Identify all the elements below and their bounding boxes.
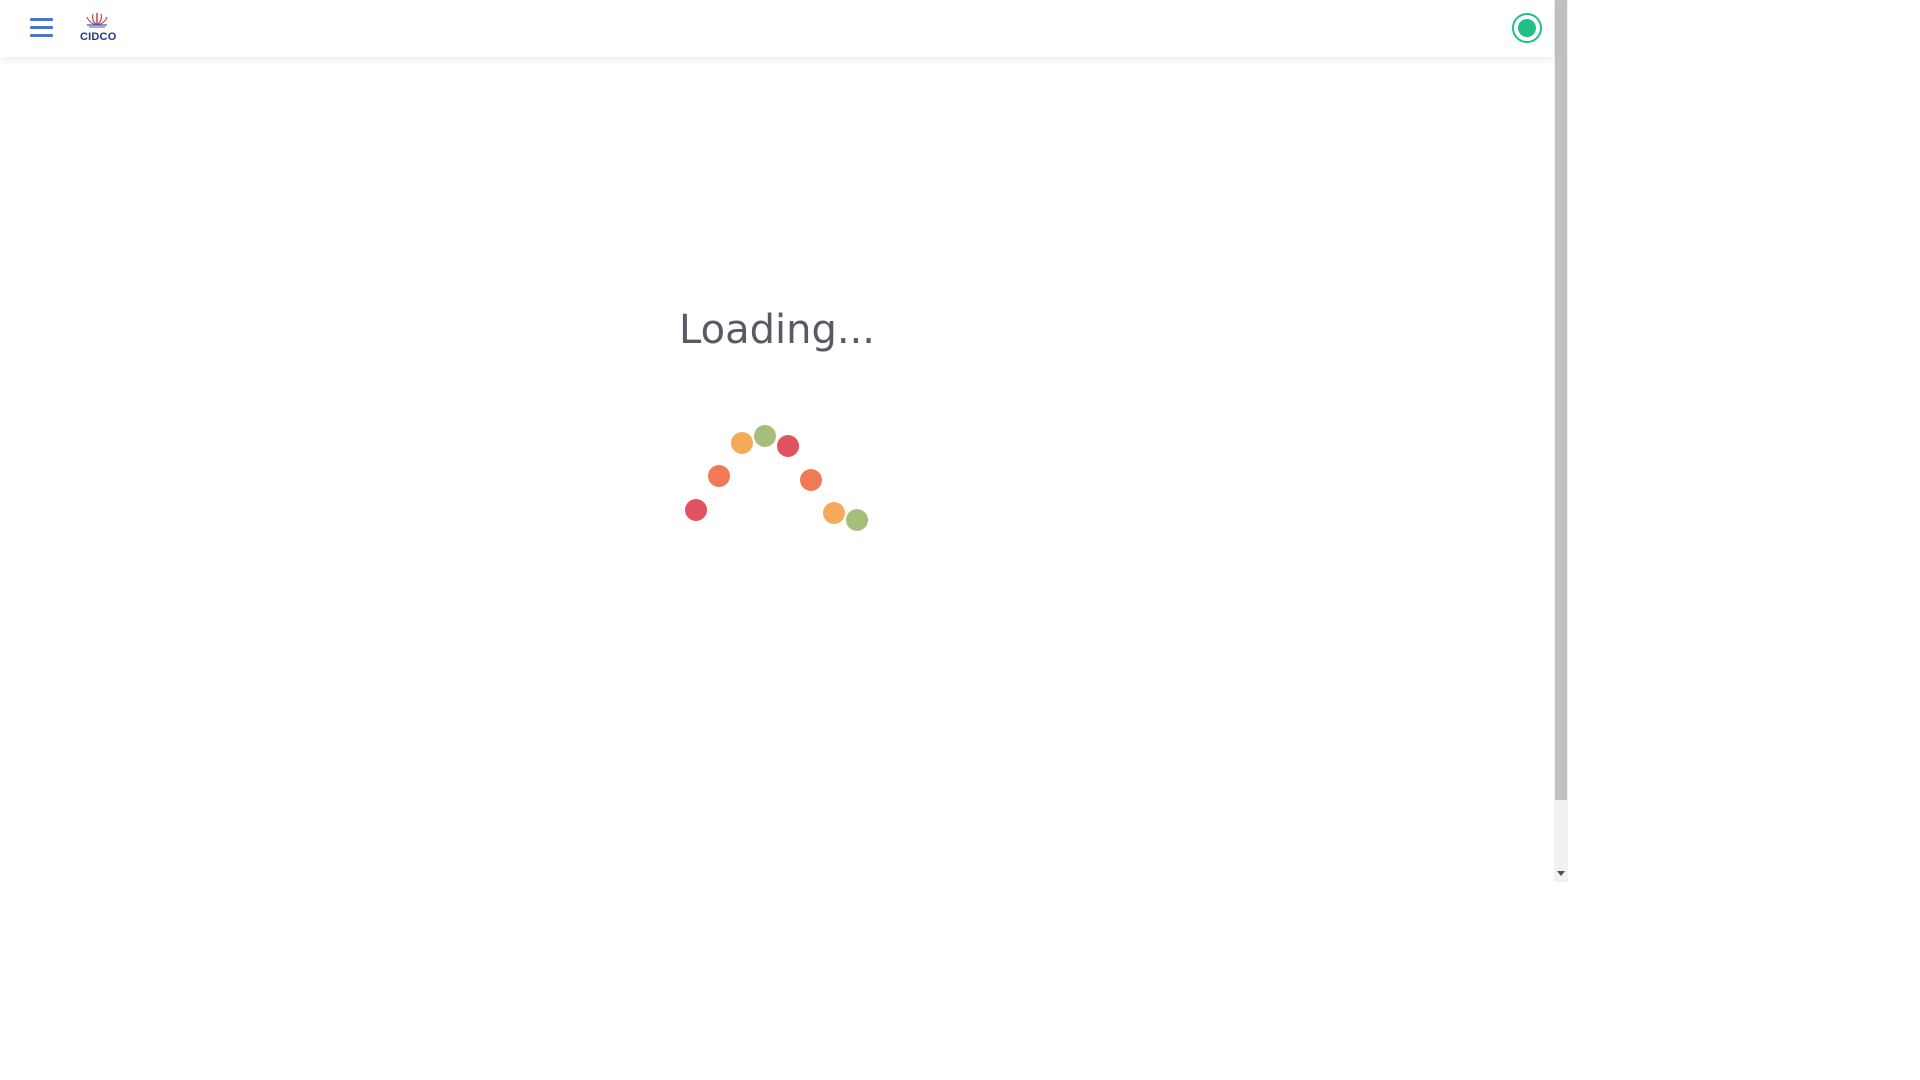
scrollbar-thumb[interactable] — [1555, 0, 1567, 800]
loading-dot — [731, 432, 753, 454]
loading-dot — [846, 509, 868, 531]
browser-viewport: CIDCO Loading... — [0, 0, 1568, 882]
logo-text: CIDCO — [80, 31, 117, 43]
cidco-logo[interactable]: CIDCO — [80, 10, 117, 46]
page: CIDCO Loading... — [0, 0, 1554, 882]
loading-dot — [800, 469, 822, 491]
hamburger-menu-button[interactable] — [28, 16, 56, 40]
loading-dot — [777, 435, 799, 457]
loading-dot — [685, 499, 707, 521]
lotus-emblem-icon — [86, 13, 108, 28]
menu-icon-bar — [30, 34, 53, 37]
scroll-down-arrow-icon[interactable] — [1557, 871, 1565, 876]
menu-icon-bar — [30, 18, 53, 21]
vertical-scrollbar[interactable] — [1554, 0, 1568, 882]
top-navbar: CIDCO — [0, 0, 1554, 57]
loading-dot — [754, 425, 776, 447]
online-status-icon[interactable] — [1512, 13, 1542, 43]
loading-dot — [823, 502, 845, 524]
loading-spinner — [676, 420, 876, 540]
loading-dot — [708, 465, 730, 487]
loading-text: Loading... — [679, 307, 875, 353]
menu-icon-bar — [30, 26, 53, 29]
